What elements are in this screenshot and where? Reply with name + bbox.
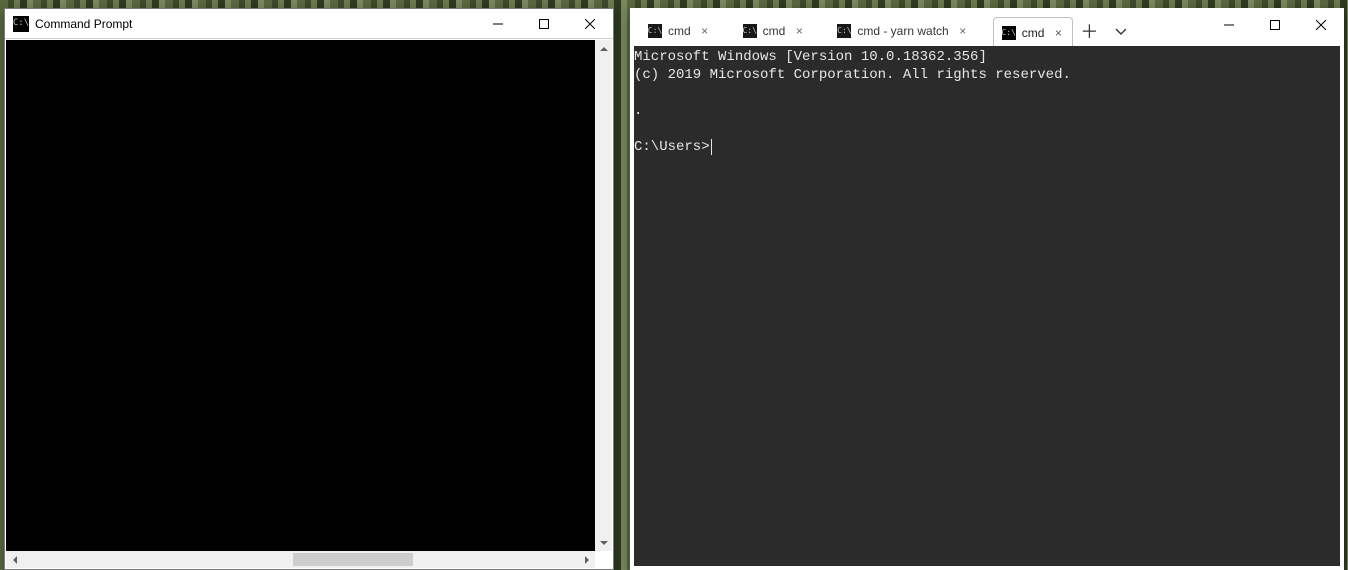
maximize-button[interactable]: [521, 9, 567, 39]
cmd-icon: C:\: [837, 24, 851, 38]
cmd-icon: C:\: [1002, 26, 1016, 40]
tab-cmd-1[interactable]: C:\ cmd ×: [640, 16, 719, 46]
scroll-left-button[interactable]: [6, 551, 23, 568]
terminal-client-area[interactable]: Microsoft Windows [Version 10.0.18362.35…: [634, 46, 1340, 566]
windows-terminal-window: C:\ cmd × C:\ cmd × C:\ cmd - yarn watch…: [630, 8, 1344, 570]
new-tab-button[interactable]: ＋: [1073, 16, 1105, 46]
terminal-line: Microsoft Windows [Version 10.0.18362.35…: [634, 49, 987, 65]
scroll-right-button[interactable]: [578, 551, 595, 568]
window-title: Command Prompt: [35, 17, 132, 31]
close-button[interactable]: [1298, 8, 1344, 42]
cmd-icon: C:\: [743, 24, 757, 38]
close-button[interactable]: [567, 9, 613, 39]
horizontal-scrollbar[interactable]: [6, 551, 595, 568]
close-tab-icon[interactable]: ×: [955, 23, 971, 39]
scroll-track-vertical[interactable]: [595, 57, 612, 534]
cmd-icon: C:\: [648, 24, 662, 38]
scroll-track-horizontal[interactable]: [23, 551, 578, 568]
terminal-prompt: C:\Users>: [634, 139, 710, 155]
tab-label: cmd: [1022, 26, 1045, 40]
scroll-thumb-horizontal[interactable]: [293, 553, 413, 566]
close-tab-icon[interactable]: ×: [791, 23, 807, 39]
maximize-button[interactable]: [1252, 8, 1298, 42]
minimize-button[interactable]: [1206, 8, 1252, 42]
close-tab-icon[interactable]: ×: [697, 23, 713, 39]
terminal-line: (c) 2019 Microsoft Corporation. All righ…: [634, 67, 1071, 83]
scroll-down-button[interactable]: [595, 534, 612, 551]
tab-cmd-yarn-watch[interactable]: C:\ cmd - yarn watch ×: [829, 16, 976, 46]
tab-cmd-2[interactable]: C:\ cmd ×: [735, 16, 814, 46]
command-prompt-window: C:\ Command Prompt: [4, 8, 614, 570]
close-tab-icon[interactable]: ×: [1050, 25, 1066, 41]
tab-bar: C:\ cmd × C:\ cmd × C:\ cmd - yarn watch…: [630, 8, 1344, 46]
tab-cmd-active[interactable]: C:\ cmd ×: [993, 17, 1074, 47]
window-system-buttons: [1206, 8, 1344, 46]
tab-dropdown-button[interactable]: [1105, 16, 1137, 46]
text-cursor: [711, 139, 712, 155]
tab-label: cmd: [763, 24, 786, 38]
titlebar[interactable]: C:\ Command Prompt: [5, 9, 613, 39]
terminal-client-area[interactable]: [6, 40, 595, 551]
scroll-up-button[interactable]: [595, 40, 612, 57]
cmd-icon: C:\: [13, 16, 29, 32]
tab-label: cmd: [668, 24, 691, 38]
minimize-button[interactable]: [475, 9, 521, 39]
tab-label: cmd - yarn watch: [857, 24, 948, 38]
vertical-scrollbar[interactable]: [595, 40, 612, 551]
